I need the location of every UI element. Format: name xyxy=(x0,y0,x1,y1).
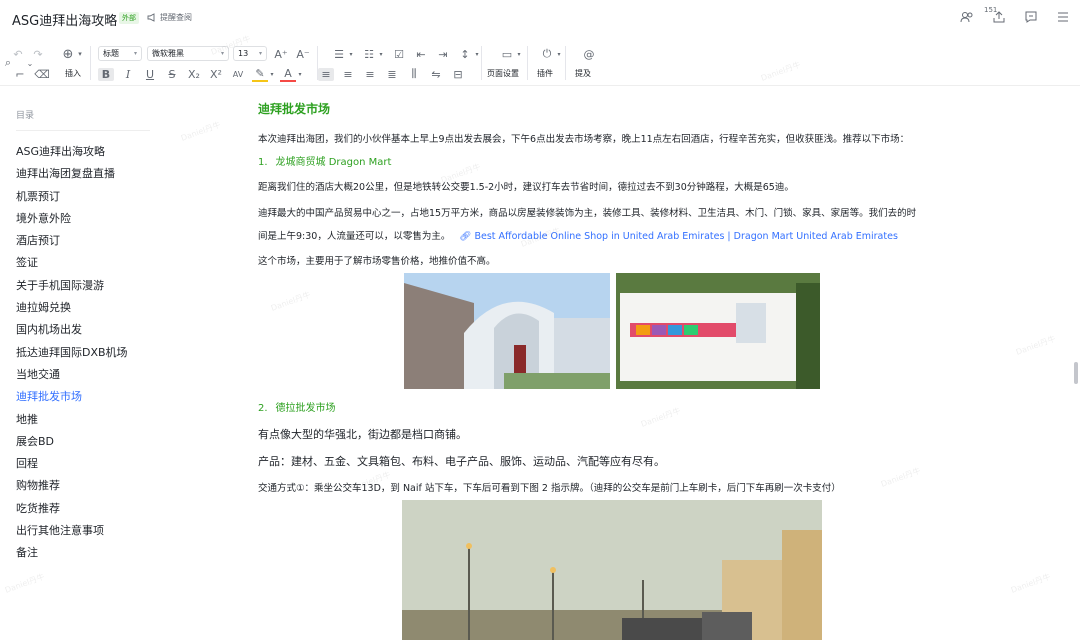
paragraph-description-cont: 间是上午9:30，人流量还可以，以零售为主。 🔗︎ Best Affordabl… xyxy=(258,228,898,242)
document-body[interactable]: 迪拜批发市场 本次迪拜出海团，我们的小伙伴基本上早上9点出发去展会，下午6点出发… xyxy=(258,88,998,640)
toc-item[interactable]: 酒店预订 xyxy=(16,233,128,255)
deira-street-photo[interactable] xyxy=(402,500,822,640)
list-item-dragon-mart: 1. 龙城商贸城 Dragon Mart xyxy=(258,153,391,168)
scrollbar[interactable] xyxy=(1074,362,1078,384)
list-number: 2. xyxy=(258,403,268,414)
toc-item[interactable]: 机票预订 xyxy=(16,189,128,211)
toc-item[interactable]: 展会BD xyxy=(16,434,128,456)
paragraph-deira-desc: 有点像大型的华强北，街边都是档口商铺。 xyxy=(258,428,467,441)
paragraph-text: 间是上午9:30，人流量还可以，以零售为主。 xyxy=(258,231,451,242)
toolbar-divider xyxy=(317,46,318,80)
toc-title: 目录 xyxy=(16,111,35,121)
toc-item[interactable]: 签证 xyxy=(16,255,128,277)
toolbar-divider xyxy=(481,46,482,80)
editor-toolbar: ↶ ↷ ⊕ ▾ 标题 ▾ 微软雅黑 ▾ 13 ▾ A⁺ A⁻ ☰ ▾ ☷ ▾ ☑ ⇤ … xyxy=(0,40,1080,86)
toc-item-active[interactable]: 迪拜批发市场 xyxy=(16,389,128,411)
watermark: Daniel丹牛 xyxy=(179,120,222,143)
list-item-title: 德拉批发市场 xyxy=(275,403,336,414)
collapse-toolbar-icon[interactable]: ⌄ xyxy=(22,59,38,68)
search-icon[interactable]: ⌕ xyxy=(0,56,16,70)
dragon-mart-photo[interactable] xyxy=(404,273,610,389)
dragon-mart-map-photo[interactable] xyxy=(616,273,820,389)
toc-item[interactable]: 境外意外险 xyxy=(16,211,128,233)
toc-item[interactable]: 地推 xyxy=(16,412,128,434)
paragraph-transport: 交通方式①：乘坐公交车13D，到 Naif 站下车，下车后可看到下图 2 指示牌… xyxy=(258,483,841,494)
table-of-contents: 目录 ASG迪拜出海攻略 迪拜出海团复盘直播 机票预订 境外意外险 酒店预订 签… xyxy=(0,88,160,640)
toc-item[interactable]: 迪拉姆兑换 xyxy=(16,300,128,322)
paragraph-description: 迪拜最大的中国产品贸易中心之一，占地15万平方米，商品以房屋装修装饰为主，装修工… xyxy=(258,208,917,219)
toc-item[interactable]: 备注 xyxy=(16,545,128,567)
toolbar-divider xyxy=(565,46,566,80)
toolbar-divider xyxy=(527,46,528,80)
remind-button[interactable]: 提醒查阅 xyxy=(147,12,192,23)
list-item-title: 龙城商贸城 Dragon Mart xyxy=(275,157,392,168)
menu-icon[interactable] xyxy=(1056,9,1070,23)
list-number: 1. xyxy=(258,157,268,168)
list-item-deira-market: 2. 德拉批发市场 xyxy=(258,399,336,414)
document-title: ASG迪拜出海攻略 xyxy=(12,14,118,29)
toc-item[interactable]: ASG迪拜出海攻略 xyxy=(16,144,128,166)
watermark: Daniel丹牛 xyxy=(1014,334,1057,357)
paragraph-purpose: 这个市场，主要用于了解市场零售价格，地推价值不高。 xyxy=(258,256,496,267)
toc-item[interactable]: 出行其他注意事项 xyxy=(16,523,128,545)
toc-list: ASG迪拜出海攻略 迪拜出海团复盘直播 机票预订 境外意外险 酒店预订 签证 关… xyxy=(16,144,128,568)
toc-item[interactable]: 迪拜出海团复盘直播 xyxy=(16,166,128,188)
paragraph-distance: 距离我们住的酒店大概20公里，但是地铁转公交要1.5-2小时，建议打车去节省时间… xyxy=(258,182,794,193)
toc-item[interactable]: 关于手机国际漫游 xyxy=(16,278,128,300)
toc-item[interactable]: 当地交通 xyxy=(16,367,128,389)
intro-paragraph: 本次迪拜出海团，我们的小伙伴基本上早上9点出发去展会，下午6点出发去市场考察，晚… xyxy=(258,134,910,145)
dragon-mart-link[interactable]: Best Affordable Online Shop in United Ar… xyxy=(474,231,897,242)
megaphone-icon xyxy=(147,13,155,22)
watermark: Daniel丹牛 xyxy=(1009,572,1052,595)
link-icon: 🔗︎ xyxy=(459,231,472,242)
section-heading: 迪拜批发市场 xyxy=(258,102,331,116)
toc-item[interactable]: 购物推荐 xyxy=(16,478,128,500)
toc-item[interactable]: 回程 xyxy=(16,456,128,478)
toolbar-divider xyxy=(90,46,91,80)
toc-item[interactable]: 抵达迪拜国际DXB机场 xyxy=(16,345,128,367)
toc-item[interactable]: 吃货推荐 xyxy=(16,501,128,523)
title-bar: ASG迪拜出海攻略 外部 提醒查阅 151 xyxy=(0,0,1080,38)
remind-label: 提醒查阅 xyxy=(160,13,192,22)
comment-icon[interactable] xyxy=(1024,9,1038,23)
paragraph-products: 产品：建材、五金、文具箱包、布料、电子产品、服饰、运动品、汽配等应有尽有。 xyxy=(258,455,665,468)
toc-divider xyxy=(16,130,150,131)
share-icon[interactable] xyxy=(992,9,1006,23)
toc-item[interactable]: 国内机场出发 xyxy=(16,322,128,344)
collaborators-icon[interactable] xyxy=(960,9,974,23)
external-badge: 外部 xyxy=(119,12,139,24)
